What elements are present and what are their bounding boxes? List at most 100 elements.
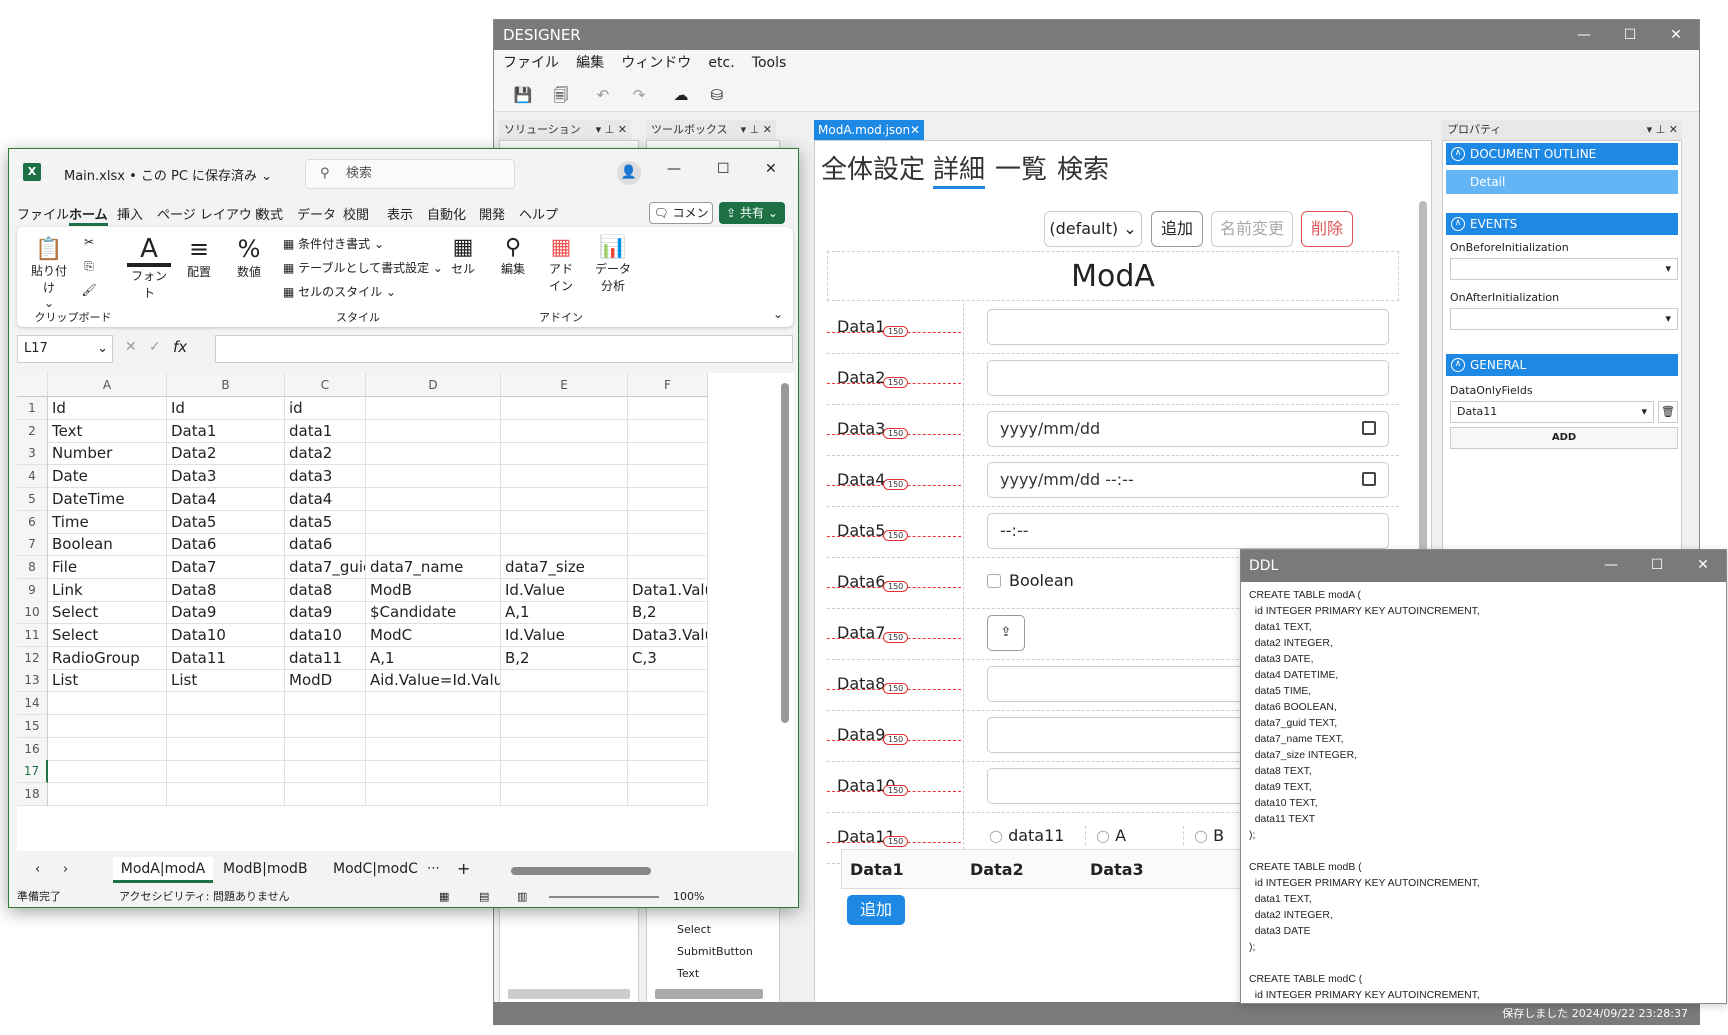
cell[interactable]: Data6 [167,533,285,557]
ribbon-tab[interactable]: 数式 [257,204,283,223]
cell[interactable] [366,397,501,420]
cell[interactable] [167,714,285,738]
cell[interactable]: Data3.Value [628,624,708,647]
cell[interactable]: ModB [366,578,501,602]
cell[interactable] [285,714,366,738]
font-button[interactable]: A フォント [127,235,171,301]
ddl-text[interactable]: CREATE TABLE modA ( id INTEGER PRIMARY K… [1249,588,1719,1000]
cell[interactable] [366,692,501,716]
menu-edit[interactable]: 編集 [576,50,604,76]
cell[interactable]: Id.Value [501,624,628,647]
cell[interactable] [366,419,501,443]
cell[interactable] [167,692,285,716]
cell[interactable] [628,419,708,443]
cell[interactable]: Number [48,442,167,466]
prev-sheet-icon[interactable]: ‹ [35,862,40,877]
h-scrollbar[interactable] [508,989,630,999]
cell[interactable]: data7_name [366,555,501,579]
form-field-row[interactable]: Data2 150 [827,354,1399,405]
maximize-icon[interactable]: ☐ [1634,550,1680,582]
general-section-header[interactable]: ∧ GENERAL [1446,354,1678,376]
maximize-icon[interactable]: ☐ [1607,20,1653,50]
row-header[interactable]: 14 [17,692,48,716]
cell[interactable]: Data11 [167,646,285,670]
minimize-icon[interactable]: — [667,161,681,177]
cell[interactable]: Data4 [167,487,285,511]
calendar-icon[interactable] [1362,472,1376,486]
cell[interactable] [48,782,167,806]
cell[interactable]: Data2 [167,442,285,466]
cell[interactable] [628,737,708,761]
align-button[interactable]: ≡ 配置 [177,235,221,280]
column-header[interactable]: A [48,373,167,397]
props-add-button[interactable]: ADD [1450,427,1678,449]
cell[interactable] [366,510,501,534]
cell[interactable]: Data10 [167,624,285,647]
cell[interactable]: Id [48,397,167,420]
cut-icon[interactable]: ✂ [77,235,101,249]
cell[interactable]: List [48,669,167,693]
column-header[interactable]: F [628,373,708,397]
cell[interactable]: Boolean [48,533,167,557]
dataonlyfields-select[interactable]: Data11 ▾ [1450,401,1654,423]
maximize-icon[interactable]: ☐ [717,161,730,177]
upload-icon[interactable]: ⇪ [987,615,1025,651]
select-all-corner[interactable] [17,373,48,397]
cell[interactable]: data4 [285,487,366,511]
cell[interactable]: A,1 [501,601,628,625]
pin-close-icon[interactable]: ▾ ⊥ ✕ [741,120,772,140]
row-header[interactable]: 2 [17,419,48,443]
ribbon-tab[interactable]: 挿入 [117,204,143,223]
ribbon-tab[interactable]: データ [297,204,336,223]
row-header[interactable]: 6 [17,510,48,534]
menu-tools[interactable]: Tools [752,50,787,76]
radio-option[interactable]: ○ B [1183,826,1224,845]
cell[interactable] [628,465,708,489]
format-painter-icon[interactable]: 🖌 [77,283,101,297]
close-icon[interactable]: ✕ [1680,550,1726,582]
cell[interactable] [48,692,167,716]
sheet-tab-modb[interactable]: ModB|modB [223,861,308,877]
ribbon-tab[interactable]: 開発 [479,204,505,223]
tab-list[interactable]: 一覧 [995,149,1047,186]
form-field-row[interactable]: Data3 150 yyyy/mm/dd [827,405,1399,456]
add-button[interactable]: 追加 [1151,211,1203,247]
cell[interactable]: Date [48,465,167,489]
calendar-icon[interactable] [1362,421,1376,435]
cell[interactable]: B,2 [501,646,628,670]
ribbon-tab[interactable]: 自動化 [427,204,466,223]
cell[interactable]: data7_guid [285,555,366,579]
cell[interactable]: Id [167,397,285,420]
field-input[interactable] [987,360,1389,396]
ribbon-tab[interactable]: 表示 [387,204,413,223]
field-input[interactable]: yyyy/mm/dd [987,411,1389,447]
cell[interactable]: id [285,397,366,420]
cell[interactable]: Aid.Value=Id.Value [366,669,501,693]
share-button[interactable]: ⇪ 共有 ⌄ [719,202,785,224]
field-input[interactable]: --:-- [987,513,1389,549]
cell[interactable] [501,737,628,761]
page-layout-icon[interactable]: ▤ [479,885,489,907]
column-header[interactable]: D [366,373,501,397]
cell[interactable] [501,442,628,466]
cell[interactable] [366,533,501,557]
more-sheets-icon[interactable]: ⋯ [427,861,440,876]
cell[interactable] [501,714,628,738]
row-header[interactable]: 10 [17,601,48,625]
delete-button[interactable]: 削除 [1301,211,1353,247]
cell[interactable] [167,737,285,761]
cell[interactable] [628,555,708,579]
cell[interactable] [48,737,167,761]
cell[interactable] [366,714,501,738]
ribbon-expand-icon[interactable]: ⌄ [773,307,783,321]
menu-file[interactable]: ファイル [503,50,559,76]
close-tab-icon[interactable]: ✕ [910,120,920,140]
edit-button[interactable]: ⚲ 編集 [491,235,535,277]
close-icon[interactable]: ✕ [765,161,777,177]
cell[interactable] [285,737,366,761]
list-add-button[interactable]: 追加 [847,895,905,925]
event-select[interactable]: ▾ [1450,258,1678,280]
cell[interactable] [501,782,628,806]
save-all-icon[interactable]: 🗐 [550,84,572,106]
redo-icon[interactable]: ↷ [628,84,650,106]
